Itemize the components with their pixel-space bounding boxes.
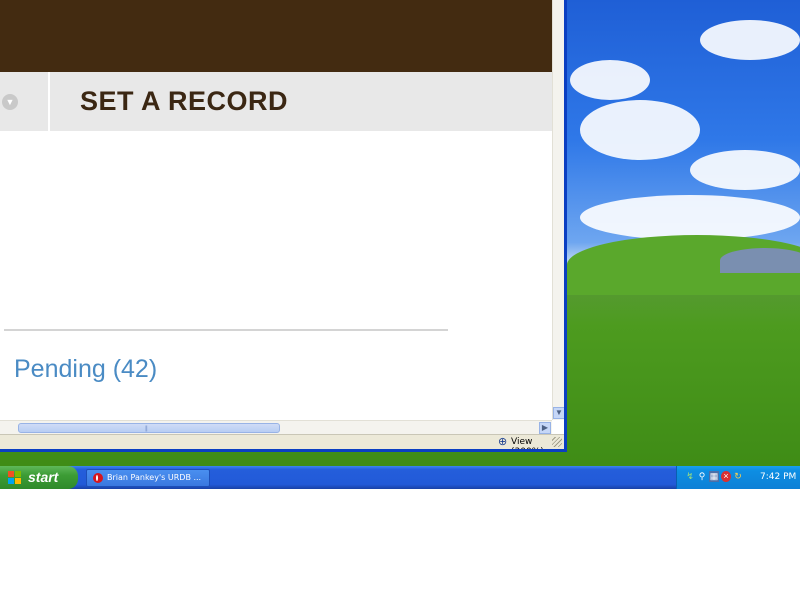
- cloud: [580, 195, 800, 240]
- scroll-down-button[interactable]: ▼: [553, 407, 564, 419]
- search-icon[interactable]: ⚲: [697, 471, 707, 482]
- grip-icon: |||: [145, 426, 148, 432]
- horizontal-scrollbar[interactable]: ||| ▶: [0, 420, 552, 435]
- taskbar-item-browser[interactable]: Brian Pankey's URDB ...: [86, 469, 210, 487]
- start-button[interactable]: start: [0, 466, 78, 489]
- browser-window: ▼ SET A RECORD Pending (42) ▼ ||| ▶ ⊕ Vi…: [0, 0, 567, 452]
- taskbar-item-label: Brian Pankey's URDB ...: [107, 473, 202, 482]
- nav-separator: [48, 72, 50, 131]
- network-icon[interactable]: ↯: [685, 471, 695, 482]
- cloud: [580, 100, 700, 160]
- horizontal-scroll-thumb[interactable]: |||: [18, 423, 280, 433]
- nav-bar: ▼ SET A RECORD: [0, 72, 552, 131]
- chevron-down-icon[interactable]: ▼: [2, 94, 18, 110]
- calendar-icon[interactable]: ▦: [709, 471, 719, 482]
- content-divider: [4, 329, 448, 331]
- resize-grip[interactable]: [552, 437, 562, 447]
- cloud: [700, 20, 800, 60]
- magnifier-icon[interactable]: ⊕: [498, 436, 510, 448]
- opera-icon: [93, 473, 103, 483]
- pending-link[interactable]: Pending (42): [14, 355, 157, 384]
- windows-flag-icon: [8, 471, 22, 485]
- vertical-scrollbar[interactable]: ▼: [552, 0, 564, 420]
- start-label: start: [28, 469, 59, 485]
- site-banner: [0, 0, 552, 72]
- sync-icon[interactable]: ↻: [733, 471, 743, 482]
- clock[interactable]: 7:42 PM: [760, 466, 796, 489]
- scroll-right-button[interactable]: ▶: [539, 422, 551, 434]
- screen: ▼ SET A RECORD Pending (42) ▼ ||| ▶ ⊕ Vi…: [0, 0, 800, 489]
- cloud: [570, 60, 650, 100]
- antivirus-icon[interactable]: ×: [721, 471, 731, 482]
- cloud: [690, 150, 800, 190]
- status-bar: ⊕ View (300%): [0, 434, 564, 449]
- nav-title[interactable]: SET A RECORD: [80, 86, 288, 117]
- distant-hill: [720, 248, 800, 273]
- taskbar: start Brian Pankey's URDB ... ↯ ⚲ ▦ × ↻ …: [0, 466, 800, 489]
